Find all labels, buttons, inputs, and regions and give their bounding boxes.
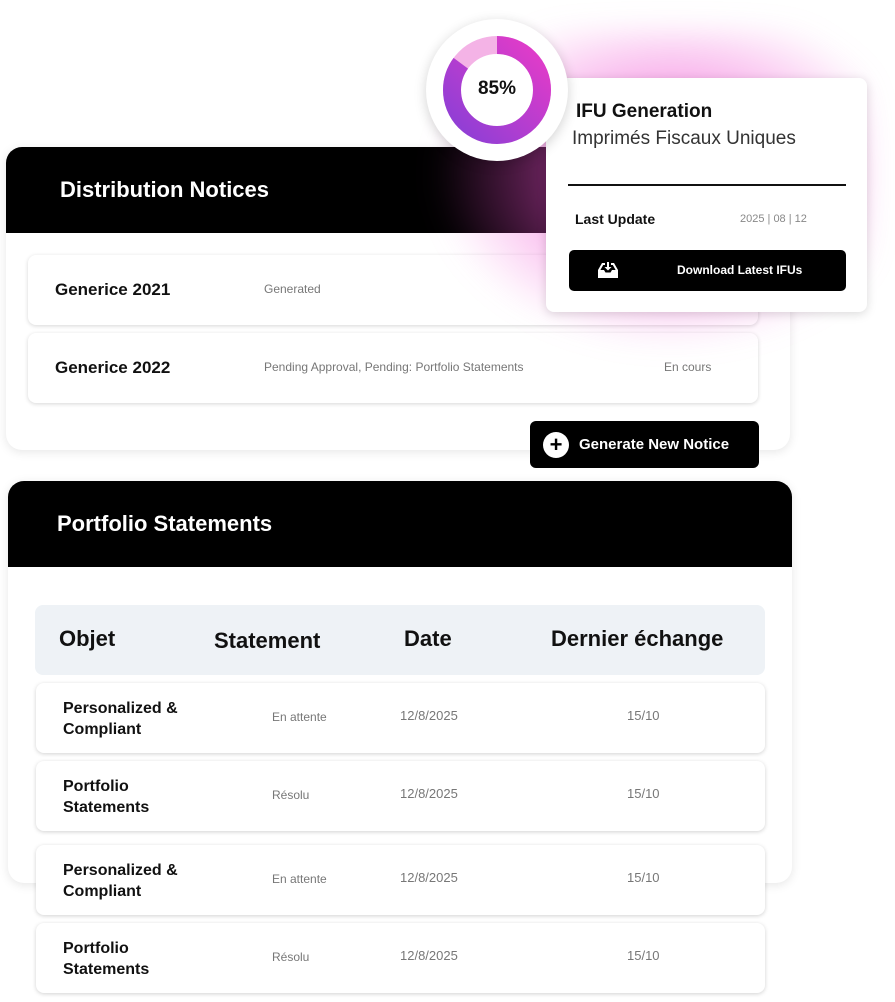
cell-statement: Résolu — [272, 950, 310, 964]
table-header: Objet Statement Date Dernier échange — [35, 605, 765, 675]
cell-date: 12/8/2025 — [400, 870, 458, 885]
notice-progress: En cours — [664, 360, 712, 374]
last-update-label: Last Update — [575, 211, 656, 227]
cell-objet: Personalized & Compliant — [63, 700, 178, 738]
inbox-download-icon — [598, 262, 618, 278]
notice-name: Generice 2022 — [55, 358, 171, 377]
table-row[interactable]: Portfolio Statements Résolu 12/8/2025 15… — [36, 923, 765, 993]
last-update-value: 2025 | 08 | 12 — [740, 213, 807, 225]
cell-dernier-echange: 15/10 — [627, 708, 660, 723]
generate-new-notice-label: Generate New Notice — [579, 436, 730, 453]
cell-dernier-echange: 15/10 — [627, 948, 660, 963]
progress-percent-label: 85% — [477, 78, 517, 99]
table-row[interactable]: Personalized & Compliant En attente 12/8… — [36, 845, 765, 915]
table-row[interactable]: Portfolio Statements Résolu 12/8/2025 15… — [36, 761, 765, 831]
download-latest-ifus-button[interactable]: Download Latest IFUs — [569, 250, 846, 291]
table-row[interactable]: Personalized & Compliant En attente 12/8… — [36, 683, 765, 753]
generate-new-notice-button[interactable]: + Generate New Notice — [530, 421, 759, 468]
divider — [568, 184, 846, 186]
cell-date: 12/8/2025 — [400, 948, 458, 963]
distribution-notices-title: Distribution Notices — [60, 177, 270, 202]
cell-date: 12/8/2025 — [400, 786, 458, 801]
notice-status: Generated — [264, 282, 321, 296]
column-header-objet: Objet — [59, 626, 116, 651]
cell-objet: Portfolio Statements — [63, 778, 150, 816]
notice-status: Pending Approval, Pending: Portfolio Sta… — [264, 360, 524, 374]
notice-name: Generice 2021 — [55, 280, 171, 299]
column-header-date: Date — [404, 626, 452, 651]
progress-donut: 85% — [426, 19, 568, 161]
column-header-dernier-echange: Dernier échange — [551, 626, 724, 651]
cell-objet: Personalized & Compliant — [63, 862, 178, 900]
plus-circle-icon: + — [543, 431, 569, 458]
cell-date: 12/8/2025 — [400, 708, 458, 723]
portfolio-statements-title: Portfolio Statements — [57, 511, 273, 536]
ifu-generation-card: IFU Generation Imprimés Fiscaux Uniques … — [546, 78, 867, 312]
cell-dernier-echange: 15/10 — [627, 870, 660, 885]
download-latest-ifus-label: Download Latest IFUs — [677, 263, 803, 277]
column-header-statement: Statement — [214, 628, 321, 653]
cell-statement: Résolu — [272, 788, 310, 802]
ifu-title: IFU Generation — [576, 101, 713, 122]
cell-statement: En attente — [272, 872, 327, 886]
portfolio-statements-header: Portfolio Statements — [8, 481, 792, 567]
cell-statement: En attente — [272, 710, 327, 724]
cell-objet: Portfolio Statements — [63, 940, 150, 978]
cell-dernier-echange: 15/10 — [627, 786, 660, 801]
ifu-subtitle: Imprimés Fiscaux Uniques — [572, 128, 796, 149]
